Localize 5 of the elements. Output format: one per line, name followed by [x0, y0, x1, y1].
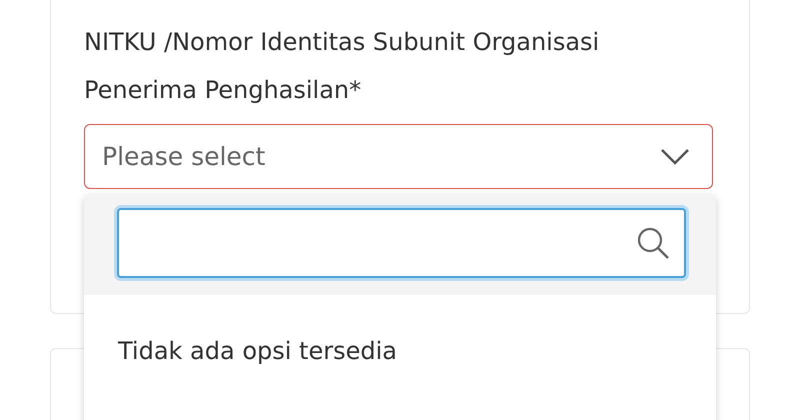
- search-icon: [636, 226, 670, 260]
- select-field[interactable]: Please select: [84, 124, 713, 189]
- empty-message: Tidak ada opsi tersedia: [117, 336, 398, 367]
- search-field[interactable]: [117, 208, 686, 278]
- field-label: NITKU /Nomor Identitas Subunit Organisasi Penerima Penghasilan*: [84, 27, 600, 106]
